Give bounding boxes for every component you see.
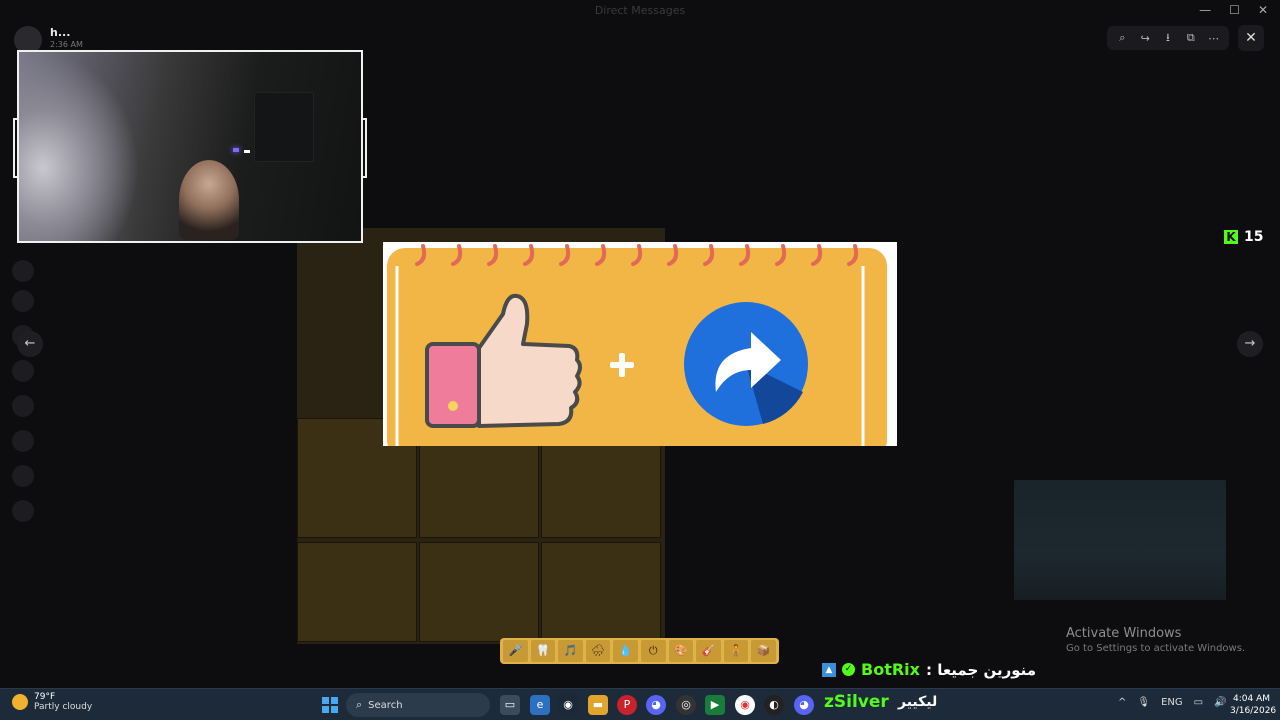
weather-desc: Partly cloudy [34, 702, 93, 712]
server-icon [12, 395, 34, 417]
grid-cell [541, 542, 661, 642]
sticker-item[interactable]: 🎵 [558, 640, 583, 662]
channel-subtitle: 2:36 AM [50, 40, 83, 49]
kick-logo-icon: K [1224, 230, 1238, 244]
webcam-shelf [254, 92, 314, 162]
chat-message-botrix: ▲ ✓ BotRix : منورين جميعا [822, 660, 1036, 679]
weather-widget[interactable]: 79°F Partly cloudy [12, 692, 92, 712]
sticker-item[interactable]: 📦 [751, 640, 776, 662]
channel-name: h... [50, 26, 71, 39]
activate-title: Activate Windows [1066, 626, 1182, 641]
dimmed-profile-panel [1060, 60, 1270, 460]
server-icon [12, 260, 34, 282]
taskbar: 79°F Partly cloudy ⌕ Search ▭ e ◉ ▬ P ◕ … [0, 688, 1280, 720]
close-viewer-button[interactable]: ✕ [1238, 25, 1264, 51]
server-icon [12, 360, 34, 382]
clock-time: 4:04 AM [1233, 694, 1270, 704]
network-icon[interactable]: ▭ [1194, 697, 1203, 708]
window-controls: — ☐ ✕ [1199, 3, 1268, 17]
start-button[interactable] [322, 697, 338, 713]
chat-username: BotRix [861, 660, 920, 679]
discord-active-icon[interactable]: ◕ [794, 695, 814, 715]
screen-area: Direct Messages — ☐ ✕ h... 2:36 AM ⌕ ↪ ⭳… [0, 0, 1280, 688]
language-indicator[interactable]: ENG [1161, 697, 1183, 708]
obs-icon[interactable]: ◎ [676, 695, 696, 715]
file-explorer-icon[interactable]: ▬ [588, 695, 608, 715]
webcam-wall [19, 52, 139, 241]
minimize-button[interactable]: — [1199, 3, 1211, 17]
kick-viewer-count: 15 [1244, 229, 1264, 245]
weather-temp: 79°F [34, 692, 56, 702]
volume-icon[interactable]: 🔊 [1214, 697, 1226, 708]
sticker-item[interactable]: 🎸 [696, 640, 721, 662]
more-icon[interactable]: ⋯ [1205, 32, 1223, 45]
app-icon[interactable]: ◐ [764, 695, 784, 715]
task-view-icon[interactable]: ▭ [500, 695, 520, 715]
grid-cell [297, 542, 417, 642]
discord-icon[interactable]: ◕ [646, 695, 666, 715]
chat-text: : منورين جميعا [925, 660, 1037, 679]
sticker-item[interactable]: 💧 [613, 640, 638, 662]
server-icon [12, 290, 34, 312]
activate-windows-watermark: Activate Windows Go to Settings to activ… [1066, 626, 1245, 654]
server-icon [12, 430, 34, 452]
sticker-item[interactable]: 🧍 [723, 640, 749, 662]
sticker-item[interactable]: 🌧 [585, 640, 611, 662]
like-share-illustration [383, 242, 897, 446]
chrome-icon[interactable]: ◉ [735, 695, 755, 715]
window-close-button[interactable]: ✕ [1258, 3, 1268, 17]
partly-cloudy-icon [12, 694, 28, 710]
search-box[interactable]: ⌕ Search [346, 693, 490, 717]
grid-cell [419, 542, 539, 642]
download-icon[interactable]: ⭳ [1159, 29, 1177, 48]
system-tray: ^ 🎙 ENG ▭ 🔊 [1118, 697, 1227, 708]
zoom-icon[interactable]: ⌕ [1113, 31, 1131, 45]
window-title: Direct Messages [594, 4, 686, 17]
kick-counter: K 15 [1224, 229, 1263, 245]
app-icon[interactable]: ▶ [705, 695, 725, 715]
search-label: Search [368, 699, 403, 711]
steam-icon[interactable]: ◉ [558, 695, 578, 715]
like-share-image [383, 242, 897, 446]
bot-badge-icon: ▲ [822, 662, 836, 677]
share-icon[interactable]: ↪ [1136, 32, 1154, 45]
search-icon: ⌕ [356, 698, 363, 711]
chat-text-zsilver: ليكيير [898, 694, 938, 710]
webcam-light [233, 148, 239, 152]
server-icon [12, 500, 34, 522]
maximize-button[interactable]: ☐ [1229, 3, 1240, 17]
webcam-light [244, 150, 250, 153]
edge-icon[interactable]: e [530, 695, 550, 715]
pinterest-icon[interactable]: P [617, 695, 637, 715]
game-thumbnail [1014, 480, 1226, 600]
microphone-icon[interactable]: 🎙 [1137, 697, 1150, 708]
sticker-item[interactable]: 🦷 [530, 640, 556, 662]
sticker-item[interactable]: 🎨 [668, 640, 694, 662]
sticker-item[interactable]: 🎤 [503, 640, 528, 662]
activate-subtitle: Go to Settings to activate Windows. [1066, 643, 1246, 654]
open-external-icon[interactable]: ⧉ [1182, 31, 1200, 45]
chevron-up-icon[interactable]: ^ [1118, 697, 1126, 708]
next-image-button[interactable]: → [1237, 331, 1263, 357]
clock[interactable]: 4:04 AM 3/16/2026 [1230, 693, 1277, 717]
viewer-toolbar: ⌕ ↪ ⭳ ⧉ ⋯ [1107, 26, 1229, 50]
chat-username-zsilver: zSilver [824, 692, 889, 712]
server-icon [12, 465, 34, 487]
share-icon [684, 302, 808, 426]
previous-image-button[interactable]: ← [17, 331, 43, 357]
clock-date: 3/16/2026 [1230, 706, 1277, 716]
sticker-item[interactable]: ⏻ [640, 640, 666, 662]
verified-check-icon: ✓ [842, 663, 855, 676]
streamer-face [179, 160, 239, 240]
webcam-overlay [17, 50, 363, 243]
dimmed-sidebar [0, 250, 250, 688]
sticker-strip: 🎤 🦷 🎵 🌧 💧 ⏻ 🎨 🎸 🧍 📦 [500, 638, 779, 664]
